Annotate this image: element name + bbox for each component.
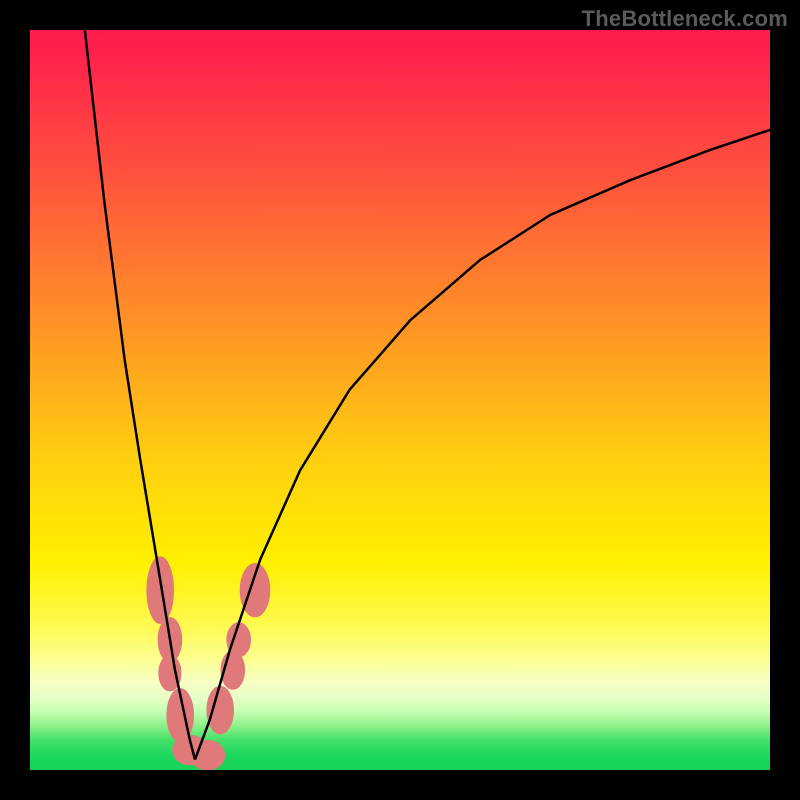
plot-area	[30, 30, 770, 770]
curve-right-branch	[195, 130, 770, 760]
highlight-blob	[147, 557, 174, 624]
highlight-blob	[207, 686, 234, 733]
attribution-label: TheBottleneck.com	[582, 6, 788, 32]
chart-frame: TheBottleneck.com	[0, 0, 800, 800]
chart-overlay	[30, 30, 770, 770]
